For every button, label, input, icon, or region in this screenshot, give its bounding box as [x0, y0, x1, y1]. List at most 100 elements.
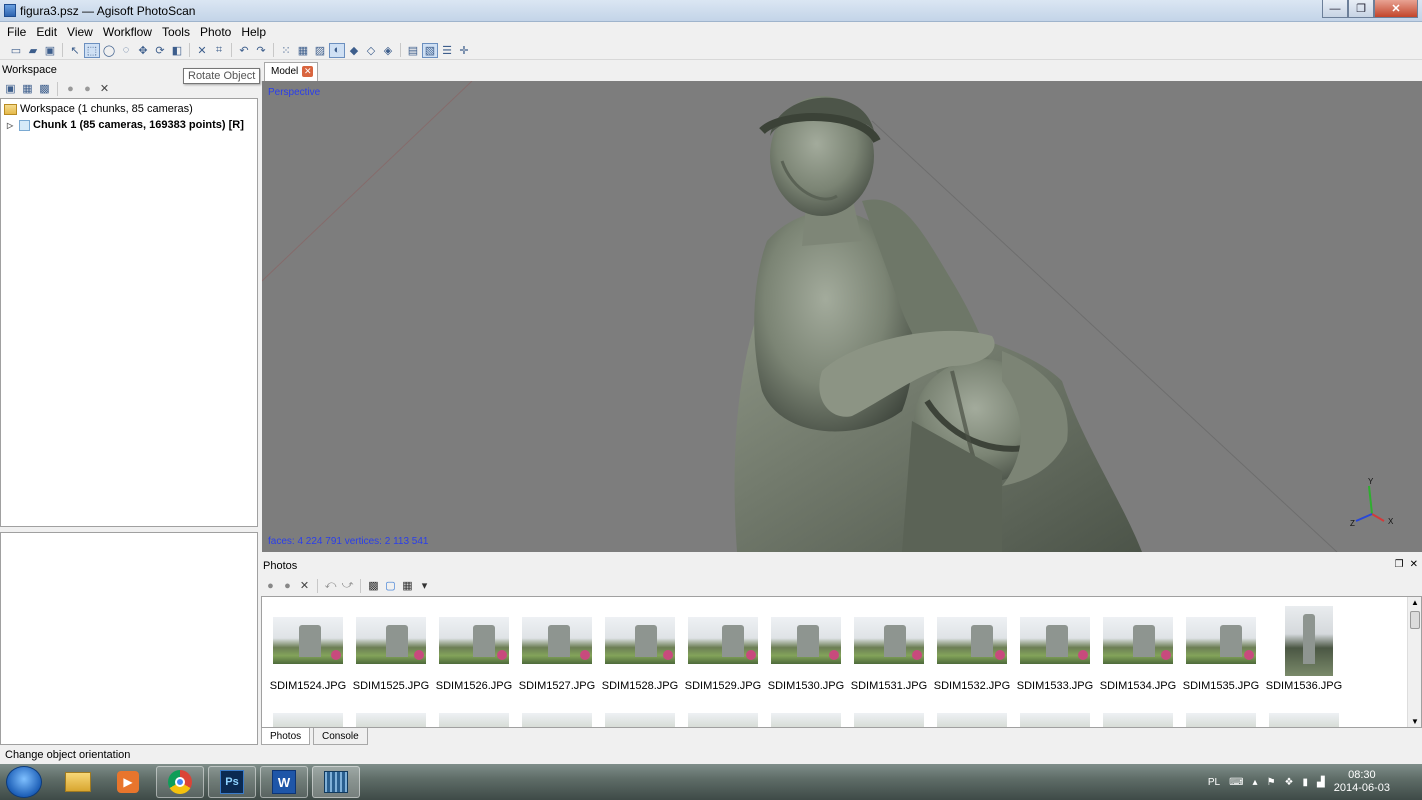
enable-icon[interactable]: ● — [63, 81, 78, 96]
photo-thumbnail[interactable]: SDIM1533.JPG — [1015, 617, 1095, 707]
filter-icon[interactable]: ▢ — [383, 578, 398, 593]
add-photos-icon[interactable]: ▦ — [20, 81, 35, 96]
tiled-model-icon[interactable]: ◈ — [380, 43, 396, 58]
textured-model-icon[interactable]: ◇ — [363, 43, 379, 58]
shaded-model-icon[interactable]: ◐ — [329, 42, 345, 58]
disable-camera-icon[interactable]: ● — [280, 578, 295, 593]
tab-model[interactable]: Model ✕ — [264, 62, 319, 81]
workspace-root-row[interactable]: Workspace (1 chunks, 85 cameras) — [1, 101, 257, 117]
photo-thumbnail[interactable]: SDIM1535.JPG — [1181, 617, 1261, 707]
photoshop-icon[interactable]: Ps — [208, 766, 256, 798]
action-center-flag-icon[interactable]: ⚑ — [1267, 777, 1276, 788]
model-viewport[interactable]: Perspective faces: 4 224 791 vertices: 2… — [262, 81, 1422, 552]
photo-thumbnail[interactable]: SDIM1531.JPG — [849, 617, 929, 707]
resize-region-icon[interactable]: ◧ — [169, 43, 185, 58]
close-button[interactable]: ✕ — [1374, 0, 1418, 18]
view-mode-icon[interactable]: ▦ — [400, 578, 415, 593]
photo-thumbnail[interactable] — [1098, 713, 1178, 727]
chrome-icon[interactable] — [156, 766, 204, 798]
word-icon[interactable]: W — [260, 766, 308, 798]
show-hidden-icons-icon[interactable]: ▴ — [1253, 777, 1258, 788]
show-region-icon[interactable]: ▧ — [422, 42, 438, 58]
photo-thumbnail[interactable] — [849, 713, 929, 727]
photo-thumbnail[interactable]: SDIM1524.JPG — [268, 617, 348, 707]
tab-photos[interactable]: Photos — [261, 728, 311, 745]
photo-thumbnail[interactable]: SDIM1536.JPG — [1264, 606, 1344, 707]
enable-camera-icon[interactable]: ● — [263, 578, 278, 593]
photo-thumbnail[interactable] — [600, 713, 680, 727]
photo-thumbnail[interactable] — [517, 713, 597, 727]
start-orb-icon[interactable] — [6, 766, 42, 798]
photo-thumbnail[interactable]: SDIM1530.JPG — [766, 617, 846, 707]
save-icon[interactable]: ▣ — [42, 43, 58, 58]
menu-edit[interactable]: Edit — [31, 22, 62, 41]
network-icon[interactable]: ▟ — [1317, 777, 1325, 788]
menu-file[interactable]: File — [2, 22, 31, 41]
point-cloud-icon[interactable]: ⁙ — [278, 43, 294, 58]
photo-thumbnail[interactable] — [766, 713, 846, 727]
wireframe-icon[interactable]: ▨ — [312, 43, 328, 58]
remove-icon[interactable]: ✕ — [97, 81, 112, 96]
add-chunk-icon[interactable]: ▣ — [3, 81, 18, 96]
rectangle-selection-icon[interactable]: ⬚ — [84, 42, 100, 58]
keyboard-icon[interactable]: ⌨ — [1229, 777, 1243, 788]
open-folder-icon[interactable]: ▰ — [25, 43, 41, 58]
photoscan-taskbar-icon[interactable] — [312, 766, 360, 798]
reset-view-icon[interactable]: ✛ — [456, 43, 472, 58]
language-indicator[interactable]: PL — [1208, 777, 1220, 788]
photo-thumbnail[interactable] — [683, 713, 763, 727]
photo-thumbnail[interactable]: SDIM1525.JPG — [351, 617, 431, 707]
redo-icon[interactable]: ↷ — [253, 43, 269, 58]
undo-icon[interactable]: ↶ — [236, 43, 252, 58]
mask-icon[interactable]: ▩ — [366, 578, 381, 593]
photo-thumbnail[interactable]: SDIM1529.JPG — [683, 617, 763, 707]
photos-scrollbar[interactable]: ▲ ▼ — [1407, 597, 1421, 727]
tab-close-icon[interactable]: ✕ — [302, 66, 314, 77]
show-cameras-icon[interactable]: ▤ — [405, 43, 421, 58]
media-player-icon[interactable]: ▶ — [104, 766, 152, 798]
rotate-left-icon[interactable]: ⤺ — [323, 578, 338, 593]
menu-help[interactable]: Help — [236, 22, 271, 41]
crop-selection-icon[interactable]: ⌗ — [211, 43, 227, 58]
show-trackball-icon[interactable]: ☰ — [439, 43, 455, 58]
minimize-button[interactable]: — — [1322, 0, 1348, 18]
free-selection-icon[interactable]: ◌ — [118, 43, 134, 58]
solid-model-icon[interactable]: ◆ — [346, 43, 362, 58]
menu-view[interactable]: View — [62, 22, 98, 41]
scroll-thumb[interactable] — [1410, 611, 1420, 629]
circle-selection-icon[interactable]: ◯ — [101, 43, 117, 58]
close-pane-icon[interactable]: ✕ — [1410, 559, 1418, 570]
move-object-icon[interactable]: ✥ — [135, 43, 151, 58]
dropdown-arrow-icon[interactable]: ▾ — [417, 578, 432, 593]
photo-thumbnail[interactable] — [351, 713, 431, 727]
photo-thumbnail[interactable]: SDIM1527.JPG — [517, 617, 597, 707]
remove-camera-icon[interactable]: ✕ — [297, 578, 312, 593]
add-folder-icon[interactable]: ▩ — [37, 81, 52, 96]
chunk-row[interactable]: ▷ Chunk 1 (85 cameras, 169383 points) [R… — [1, 117, 257, 133]
explorer-icon[interactable] — [54, 766, 102, 798]
clock[interactable]: 08:30 2014-06-03 — [1334, 769, 1418, 795]
tab-console[interactable]: Console — [313, 728, 368, 745]
photo-thumbnail[interactable]: SDIM1526.JPG — [434, 617, 514, 707]
navigation-cursor-icon[interactable]: ↖ — [67, 43, 83, 58]
photo-thumbnail[interactable] — [1015, 713, 1095, 727]
expand-arrow-icon[interactable]: ▷ — [7, 121, 16, 130]
menu-tools[interactable]: Tools — [157, 22, 195, 41]
photo-thumbnail[interactable] — [268, 713, 348, 727]
photo-thumbnail[interactable]: SDIM1534.JPG — [1098, 617, 1178, 707]
scroll-up-icon[interactable]: ▲ — [1411, 598, 1419, 607]
disable-icon[interactable]: ● — [80, 81, 95, 96]
maximize-button[interactable]: ❐ — [1348, 0, 1374, 18]
float-pane-icon[interactable]: ❐ — [1395, 559, 1404, 570]
photo-thumbnail[interactable] — [434, 713, 514, 727]
dropbox-icon[interactable]: ❖ — [1285, 777, 1294, 788]
photo-thumbnail[interactable] — [1181, 713, 1261, 727]
menu-photo[interactable]: Photo — [195, 22, 236, 41]
photo-thumbnail[interactable] — [932, 713, 1012, 727]
photo-thumbnail[interactable]: SDIM1532.JPG — [932, 617, 1012, 707]
power-icon[interactable]: ▮ — [1303, 777, 1309, 788]
rotate-right-icon[interactable]: ⤻ — [340, 578, 355, 593]
dense-cloud-icon[interactable]: ▦ — [295, 43, 311, 58]
photo-thumbnail[interactable] — [1264, 713, 1344, 727]
new-file-icon[interactable]: ▭ — [8, 43, 24, 58]
